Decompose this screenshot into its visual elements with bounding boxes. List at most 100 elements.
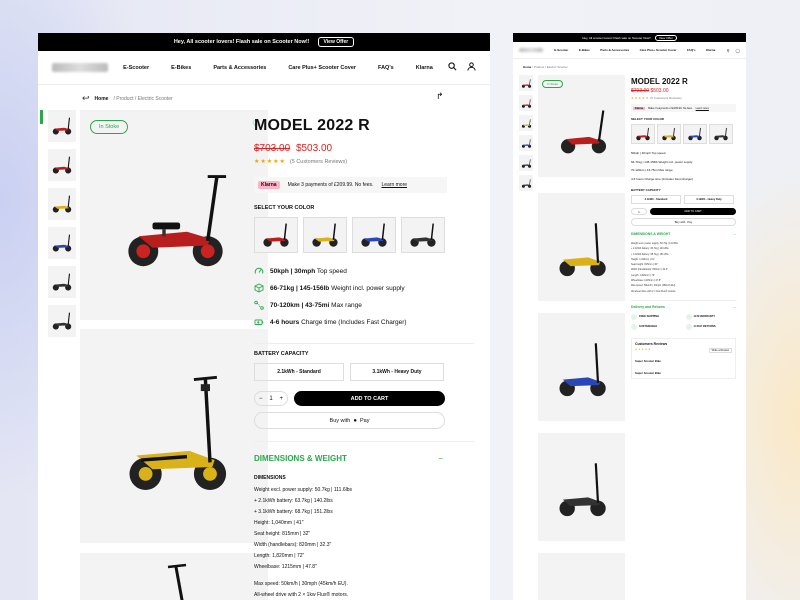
product-title: MODEL 2022 R xyxy=(254,117,370,134)
right-nav-item[interactable]: Klarna xyxy=(706,48,715,52)
scooter-partial-image xyxy=(167,563,187,600)
dims-list-2: Max speed: 50km/h | 30mph (45km/h EU). Al… xyxy=(254,579,474,600)
right-write-review-button[interactable]: Write a Review xyxy=(708,347,732,353)
dims-accordion-header[interactable]: DIMENSIONS & WEIGHT − xyxy=(254,454,443,463)
rating-stars: ★★★★★ xyxy=(254,159,286,165)
color-swatch-3[interactable] xyxy=(352,217,396,253)
nav-item-parts[interactable]: Parts & Accessories xyxy=(213,65,266,71)
battery-icon xyxy=(254,317,264,329)
add-to-cart-button[interactable]: ADD TO CART xyxy=(294,391,445,406)
right-nav-item[interactable]: E-Scooter xyxy=(554,48,568,52)
right-delivery-label: SUSTAINABLE xyxy=(639,325,658,329)
right-thumbnail-3[interactable] xyxy=(519,115,533,131)
right-color-swatches xyxy=(631,124,736,144)
right-color-swatch-1[interactable] xyxy=(631,124,655,144)
qty-value[interactable]: 1 xyxy=(269,396,272,402)
right-spec-row: 4-6 hours Charge time (Includes Fast Cha… xyxy=(631,176,694,181)
right-nav-item[interactable]: E-Bikes xyxy=(579,48,590,52)
back-arrow-icon[interactable]: ↩ xyxy=(82,93,90,104)
right-color-swatch-2[interactable] xyxy=(657,124,681,144)
account-icon[interactable] xyxy=(467,62,476,73)
share-icon[interactable]: ↱ xyxy=(436,91,444,102)
right-logo[interactable] xyxy=(519,48,543,52)
search-icon[interactable] xyxy=(448,62,457,73)
right-nav-item[interactable]: FAQ's xyxy=(687,48,696,52)
right-nav-item[interactable]: Parts & Accessories xyxy=(600,48,629,52)
dims-item: All-wheel drive with 2 × 1kw Flux® motor… xyxy=(254,592,349,598)
right-collapse-icon[interactable]: − xyxy=(734,232,736,237)
right-view-offer-button[interactable]: View Offer xyxy=(654,34,677,41)
thumbnail-2[interactable] xyxy=(48,149,76,181)
right-add-to-cart-button[interactable]: ADD TO CART xyxy=(650,208,736,215)
qty-plus-button[interactable]: + xyxy=(279,396,283,402)
right-spec-list: 50kph | 30mph Top speed 66-71kg | 145-156… xyxy=(631,149,736,183)
right-thumbnail-2[interactable] xyxy=(519,95,533,111)
right-buy-with-pay-button[interactable]: Buy with Pay xyxy=(631,218,736,226)
breadcrumb-home[interactable]: Home xyxy=(95,96,109,102)
dims-item: + 2.1kWh battery: 63.7kg | 140.2lbs xyxy=(254,498,333,504)
thumbnail-1[interactable] xyxy=(48,110,76,142)
nav-item-care-plus[interactable]: Care Plus+ Scooter Cover xyxy=(288,65,356,71)
color-swatch-2[interactable] xyxy=(303,217,347,253)
spec-label: Charge time (Includes Fast Charger) xyxy=(301,319,407,326)
thumbnail-6[interactable] xyxy=(48,305,76,337)
right-breadcrumb-home[interactable]: Home xyxy=(523,65,531,69)
buy-with-pay-button[interactable]: Buy with ● Pay xyxy=(254,412,445,429)
battery-option-heavy-duty[interactable]: 3.1kWh - Heavy Duty xyxy=(350,363,444,381)
right-thumbnail-4[interactable] xyxy=(519,135,533,151)
klarna-logo: Klarna xyxy=(258,181,280,189)
view-offer-button[interactable]: View Offer xyxy=(317,37,355,47)
right-dims-header[interactable]: DIMENSIONS & WEIGHT − xyxy=(631,232,736,237)
nav-item-faqs[interactable]: FAQ's xyxy=(378,65,394,71)
klarna-learn-more[interactable]: Learn more xyxy=(381,182,407,188)
color-swatches xyxy=(254,217,474,253)
nav-item-e-scooter[interactable]: E-Scooter xyxy=(123,65,149,71)
right-buy-with-label: Buy with xyxy=(674,220,686,224)
right-color-heading: SELECT YOUR COLOR xyxy=(631,117,664,121)
thumbnail-3[interactable] xyxy=(48,188,76,220)
qty-minus-button[interactable]: − xyxy=(259,396,263,402)
right-spec-row: 66-71kg | 145-156lb Weight incl. power s… xyxy=(631,159,693,164)
color-swatch-1[interactable] xyxy=(254,217,298,253)
right-quantity-stepper[interactable]: 1 xyxy=(631,208,647,215)
right-thumbnail-1[interactable] xyxy=(519,75,533,91)
dims-item: Height: 1,040mm | 41" xyxy=(254,520,304,526)
right-delivery-header[interactable]: Delivery and Returns − xyxy=(631,299,736,310)
delivery-icon xyxy=(685,313,692,320)
review-count[interactable]: (5 Customers Reviews) xyxy=(290,159,347,165)
dims-item: Seat height: 815mm | 32" xyxy=(254,531,311,537)
dims-item: Wheelbase: 1215mm | 47.8" xyxy=(254,564,317,570)
color-swatch-4[interactable] xyxy=(401,217,445,253)
battery-option-standard[interactable]: 2.1kWh - Standard xyxy=(254,363,344,381)
right-thumbnail-5[interactable] xyxy=(519,155,533,171)
logo[interactable] xyxy=(52,63,108,72)
nav-item-e-bikes[interactable]: E-Bikes xyxy=(171,65,191,71)
right-thumbnail-6[interactable] xyxy=(519,175,533,191)
thumbnail-4[interactable] xyxy=(48,227,76,259)
right-battery-standard[interactable]: 2.1kWh - Standard xyxy=(631,195,681,204)
dims-item: + 3.1kWh battery: 68.7kg | 151.2lbs xyxy=(254,509,333,515)
right-product-title: MODEL 2022 R xyxy=(631,77,688,86)
right-delivery-collapse-icon[interactable]: − xyxy=(734,305,736,310)
right-klarna-text: Make 3 payments of £209.99. No fees. xyxy=(648,106,693,110)
right-account-icon[interactable]: ◯ xyxy=(736,48,740,53)
right-color-swatch-3[interactable] xyxy=(683,124,707,144)
right-nav-item[interactable]: Care Plus+ Scooter Cover xyxy=(640,48,677,52)
right-delivery-item: 12-M WARRANTY xyxy=(685,313,737,320)
right-klarna-learn-more[interactable]: Learn more xyxy=(696,107,709,110)
right-delivery-item: FREE SHIPPING xyxy=(631,313,682,320)
right-delivery-label: 12-M WARRANTY xyxy=(693,315,716,319)
right-battery-options: 2.1kWh - Standard 3.1kWh - Heavy Duty xyxy=(631,195,736,204)
main-nav: E-Scooter E-Bikes Parts & Accessories Ca… xyxy=(38,51,490,85)
battery-heading: BATTERY CAPACITY xyxy=(254,351,309,357)
right-color-swatch-4[interactable] xyxy=(709,124,733,144)
right-review-count[interactable]: (5 Customers Reviews) xyxy=(650,96,681,100)
right-battery-heavy[interactable]: 3.1kWh - Heavy Duty xyxy=(684,195,734,204)
right-klarna-logo: Klarna xyxy=(633,106,646,110)
collapse-icon[interactable]: − xyxy=(438,454,443,463)
thumbnail-5[interactable] xyxy=(48,266,76,298)
spec-list: 50kph | 30mph Top speed 66-71kg | 145-156… xyxy=(254,263,474,331)
right-search-icon[interactable]: ⚲ xyxy=(727,48,730,53)
nav-item-klarna[interactable]: Klarna xyxy=(416,65,433,71)
spec-value: 4-6 hours xyxy=(270,319,300,326)
